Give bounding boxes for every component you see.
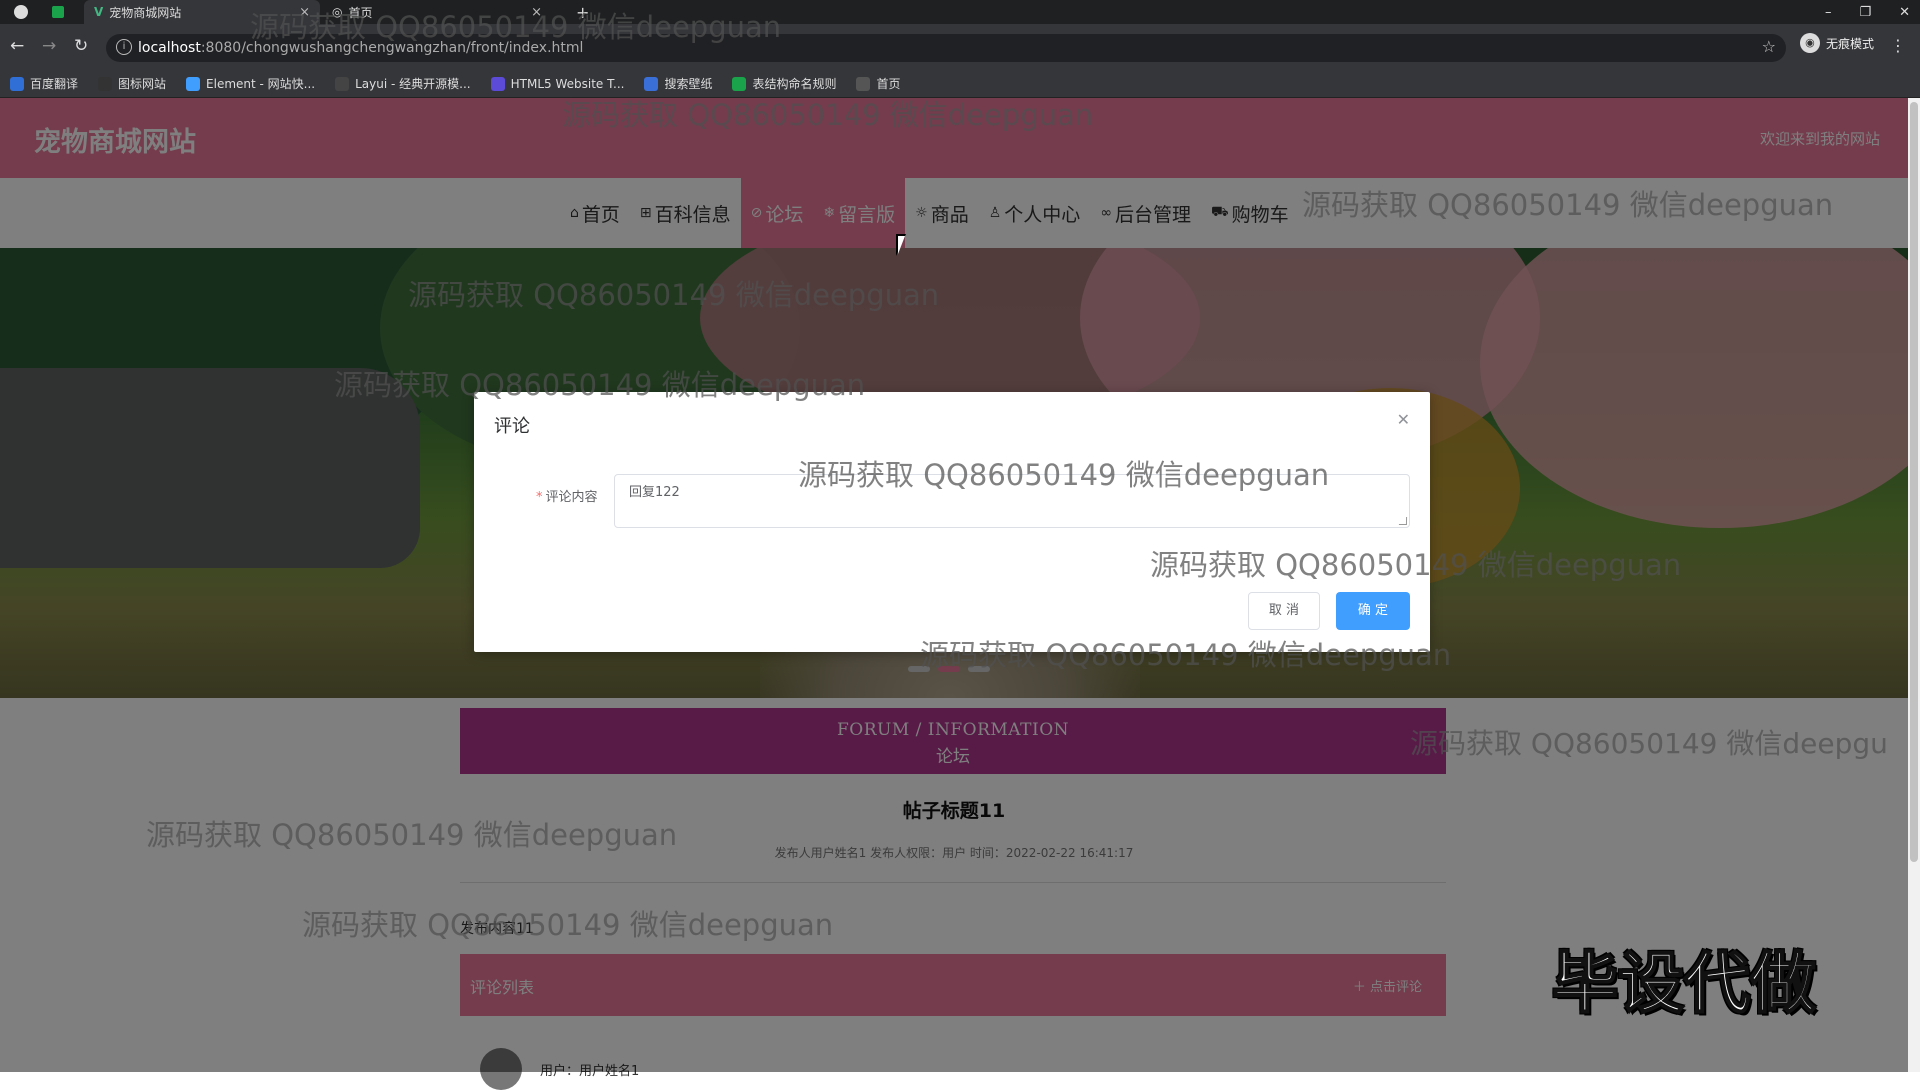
bookmark-item[interactable]: 图标网站 <box>98 75 166 92</box>
bookmark-icon <box>335 76 350 91</box>
mouse-cursor-fill <box>898 236 905 254</box>
bookmark-label: 搜索壁纸 <box>664 77 713 91</box>
resize-handle[interactable] <box>1398 517 1408 525</box>
confirm-button[interactable]: 确 定 <box>1336 592 1410 630</box>
back-arrow-icon[interactable]: ← <box>10 36 24 56</box>
bookmark-label: 百度翻译 <box>30 77 79 91</box>
close-window-icon[interactable]: ✕ <box>1899 5 1910 20</box>
forward-arrow-icon[interactable]: → <box>42 36 56 56</box>
watermark: 源码获取 QQ86050149 微信deepguan <box>920 638 1452 672</box>
watermark: 源码获取 QQ86050149 微信deepguan <box>250 10 782 44</box>
watermark: 源码获取 QQ86050149 微信deepguan <box>408 278 940 312</box>
bookmark-label: Element - 网站快... <box>206 77 316 91</box>
bookmark-item[interactable]: HTML5 Website T... <box>490 76 625 91</box>
bookmark-icon <box>856 76 871 91</box>
comment-textarea-value: 回复122 <box>629 485 680 500</box>
watermark: 源码获取 QQ86050149 微信deepgu <box>1410 727 1888 760</box>
page-scrollbar[interactable] <box>1908 98 1920 1072</box>
vue-icon: V <box>94 5 104 19</box>
incognito-label: 无痕模式 <box>1825 36 1874 51</box>
watermark: 源码获取 QQ86050149 微信deepguan <box>1150 548 1682 582</box>
bookmark-icon <box>186 76 201 91</box>
bookmark-icon <box>490 76 505 91</box>
incognito-icon: ◉ <box>1799 33 1820 53</box>
bookmark-item[interactable]: Element - 网站快... <box>186 75 315 92</box>
watermark: 源码获取 QQ86050149 微信deepguan <box>334 368 866 402</box>
bookmark-label: 首页 <box>876 77 901 91</box>
info-icon[interactable]: i <box>116 39 132 55</box>
watermark: 源码获取 QQ86050149 微信deepguan <box>798 458 1330 492</box>
bookmark-label: HTML5 Website T... <box>510 76 625 91</box>
comment-dialog: 评论 ✕ * 评论内容 回复122 取 消 确 定 <box>474 392 1430 652</box>
bookmark-icon <box>732 76 747 91</box>
bookmark-item[interactable]: 百度翻译 <box>10 75 78 92</box>
bookmark-item[interactable]: 首页 <box>856 75 901 92</box>
sheet-icon <box>52 6 64 18</box>
bookmark-icon <box>10 76 24 91</box>
bookmark-item[interactable]: Layui - 经典开源模... <box>335 75 471 92</box>
close-icon[interactable]: ✕ <box>1397 410 1410 429</box>
watermark: 源码获取 QQ86050149 微信deepguan <box>562 98 1094 132</box>
watermark: 源码获取 QQ86050149 微信deepguan <box>146 818 678 852</box>
bookmark-label: 图标网站 <box>118 77 167 91</box>
bookmark-item[interactable]: 表结构命名规则 <box>732 75 836 92</box>
watermark: 源码获取 QQ86050149 微信deepguan <box>1302 188 1834 222</box>
comment-field-label: * 评论内容 <box>536 490 598 505</box>
url-host: localhost <box>138 40 201 56</box>
reload-icon[interactable]: ↻ <box>74 36 88 56</box>
cancel-button[interactable]: 取 消 <box>1248 592 1320 630</box>
incognito-indicator[interactable]: ◉ 无痕模式 <box>1799 33 1874 53</box>
bookmark-icon <box>644 76 659 91</box>
watermark: 源码获取 QQ86050149 微信deepguan <box>302 908 834 942</box>
bookmark-label: Layui - 经典开源模... <box>355 77 471 91</box>
bookmark-item[interactable]: 搜索壁纸 <box>644 75 712 92</box>
bookmark-icon <box>98 76 113 91</box>
minimize-icon[interactable]: – <box>1825 5 1832 20</box>
bookmark-label: 表结构命名规则 <box>752 77 837 91</box>
chrome-icon <box>14 5 28 19</box>
restore-icon[interactable]: ❐ <box>1859 5 1871 20</box>
star-icon[interactable]: ☆ <box>1762 37 1776 56</box>
more-icon[interactable]: ⋮ <box>1890 36 1906 55</box>
scroll-thumb[interactable] <box>1910 102 1918 862</box>
browser-tab-label: 宠物商城网站 <box>109 5 182 20</box>
dialog-title: 评论 <box>494 416 530 437</box>
corner-stamp: 毕设代做 <box>1551 944 1817 1023</box>
browser-tab-1[interactable] <box>14 0 28 24</box>
browser-tab-2[interactable] <box>52 0 64 24</box>
